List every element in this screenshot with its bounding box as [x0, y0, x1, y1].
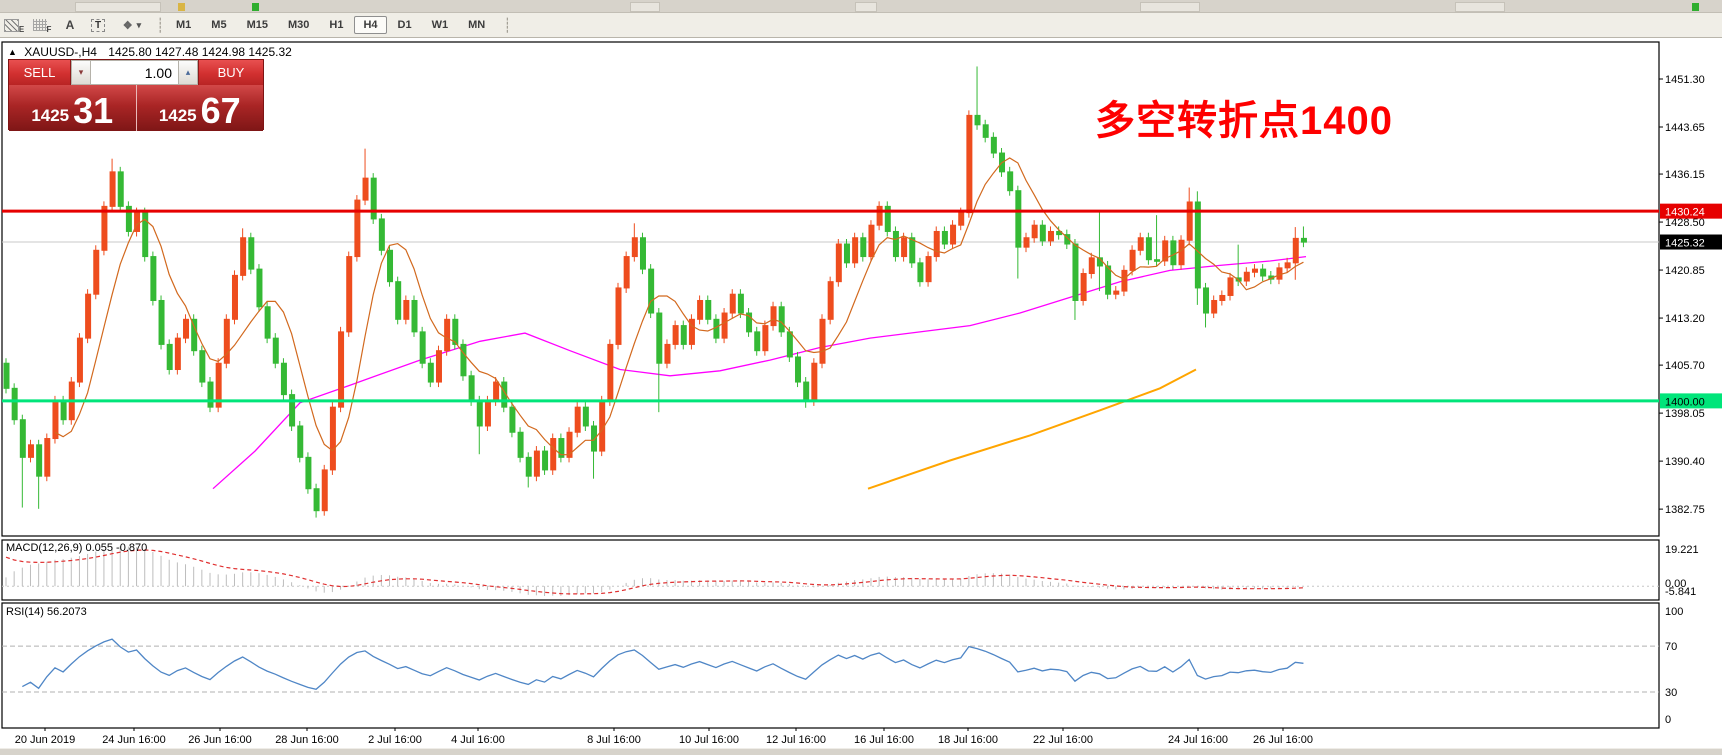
panel-borders [2, 42, 1659, 728]
lot-decrease-button[interactable]: ▾ [71, 60, 91, 85]
chart-title: ▲ XAUUSD-,H4 1425.80 1427.48 1424.98 142… [8, 45, 292, 59]
svg-text:24 Jul 16:00: 24 Jul 16:00 [1168, 734, 1228, 746]
rsi-level-lines [2, 646, 1659, 692]
svg-text:1443.65: 1443.65 [1665, 122, 1705, 134]
ma-mid-line [213, 257, 1306, 489]
sell-price-display[interactable]: 1425 31 [9, 85, 137, 131]
svg-text:28 Jun 16:00: 28 Jun 16:00 [275, 734, 339, 746]
collapse-marker-icon: ▲ [8, 47, 17, 57]
svg-text:0: 0 [1665, 714, 1671, 726]
svg-text:10 Jul 16:00: 10 Jul 16:00 [679, 734, 739, 746]
price-badge: 1430.24 [1660, 204, 1722, 219]
buy-price-pips: 67 [201, 96, 241, 127]
lot-size-input[interactable]: 1.00 [91, 60, 178, 85]
trade-panel-controls: SELL ▾ 1.00 ▴ BUY [9, 60, 263, 85]
macd-signal-line [6, 550, 1303, 594]
svg-text:30: 30 [1665, 687, 1677, 699]
svg-text:8 Jul 16:00: 8 Jul 16:00 [587, 734, 641, 746]
rsi-line [22, 639, 1303, 689]
svg-text:18 Jul 16:00: 18 Jul 16:00 [938, 734, 998, 746]
svg-text:1400.00: 1400.00 [1665, 396, 1705, 408]
svg-text:70: 70 [1665, 641, 1677, 653]
buy-price-main: 1425 [159, 107, 197, 127]
svg-text:1428.50: 1428.50 [1665, 217, 1705, 229]
svg-text:1436.15: 1436.15 [1665, 169, 1705, 181]
sell-price-main: 1425 [31, 107, 69, 127]
svg-text:1405.70: 1405.70 [1665, 360, 1705, 372]
indicator-axis-labels: 19.2210.00-5.84110070300 [1665, 544, 1699, 726]
svg-text:24 Jun 16:00: 24 Jun 16:00 [102, 734, 166, 746]
svg-text:1425.32: 1425.32 [1665, 238, 1705, 250]
buy-price-display[interactable]: 1425 67 [137, 85, 264, 131]
chart-annotation-text: 多空转折点1400 [1095, 88, 1393, 146]
lot-increase-button[interactable]: ▴ [178, 60, 198, 85]
svg-text:1390.40: 1390.40 [1665, 456, 1705, 468]
svg-text:1382.75: 1382.75 [1665, 504, 1705, 516]
svg-text:1420.85: 1420.85 [1665, 265, 1705, 277]
spin-up-icon: ▴ [186, 67, 191, 78]
time-axis[interactable]: 20 Jun 2019 24 Jun 16:00 26 Jun 16:00 28 Ju… [15, 728, 1313, 746]
svg-text:1430.24: 1430.24 [1665, 207, 1705, 219]
rsi-label: RSI(14) 56.2073 [6, 606, 87, 618]
sell-button[interactable]: SELL [9, 60, 71, 85]
chart-ohlc-values: 1425.80 1427.48 1424.98 1425.32 [108, 45, 292, 59]
sell-price-pips: 31 [73, 96, 113, 127]
svg-text:12 Jul 16:00: 12 Jul 16:00 [766, 734, 826, 746]
svg-text:19.221: 19.221 [1665, 544, 1699, 556]
macd-label: MACD(12,26,9) 0.055 -0.870 [6, 542, 147, 554]
one-click-trade-panel: SELL ▾ 1.00 ▴ BUY 1425 31 1425 67 [8, 59, 264, 130]
svg-text:26 Jun 16:00: 26 Jun 16:00 [188, 734, 252, 746]
buy-button[interactable]: BUY [198, 60, 263, 85]
spin-down-icon: ▾ [79, 67, 84, 78]
svg-text:100: 100 [1665, 606, 1683, 618]
svg-text:20 Jun 2019: 20 Jun 2019 [15, 734, 76, 746]
svg-text:1398.05: 1398.05 [1665, 408, 1705, 420]
price-badge: 1425.32 [1660, 235, 1722, 250]
svg-text:26 Jul 16:00: 26 Jul 16:00 [1253, 734, 1313, 746]
price-axis[interactable]: 1451.30 1443.65 1436.15 1428.50 1420.85 1413.… [1659, 74, 1705, 516]
price-badge: 1400.00 [1660, 393, 1722, 408]
svg-text:-5.841: -5.841 [1665, 586, 1696, 598]
svg-text:2 Jul 16:00: 2 Jul 16:00 [368, 734, 422, 746]
svg-text:1451.30: 1451.30 [1665, 74, 1705, 86]
chart-symbol-label: XAUUSD-,H4 [24, 45, 97, 59]
ma-fast-line [55, 158, 1303, 455]
trade-panel-prices: 1425 31 1425 67 [9, 85, 263, 131]
ma-slow-line [868, 370, 1196, 489]
svg-text:1413.20: 1413.20 [1665, 313, 1705, 325]
svg-text:16 Jul 16:00: 16 Jul 16:00 [854, 734, 914, 746]
svg-text:22 Jul 16:00: 22 Jul 16:00 [1033, 734, 1093, 746]
svg-text:4 Jul 16:00: 4 Jul 16:00 [451, 734, 505, 746]
macd-histogram [6, 546, 1303, 596]
mt4-window: E F A T ❖ ▾ ┊ M1M5M15M30H1H4D1W1MN ┊ 145… [0, 0, 1722, 755]
